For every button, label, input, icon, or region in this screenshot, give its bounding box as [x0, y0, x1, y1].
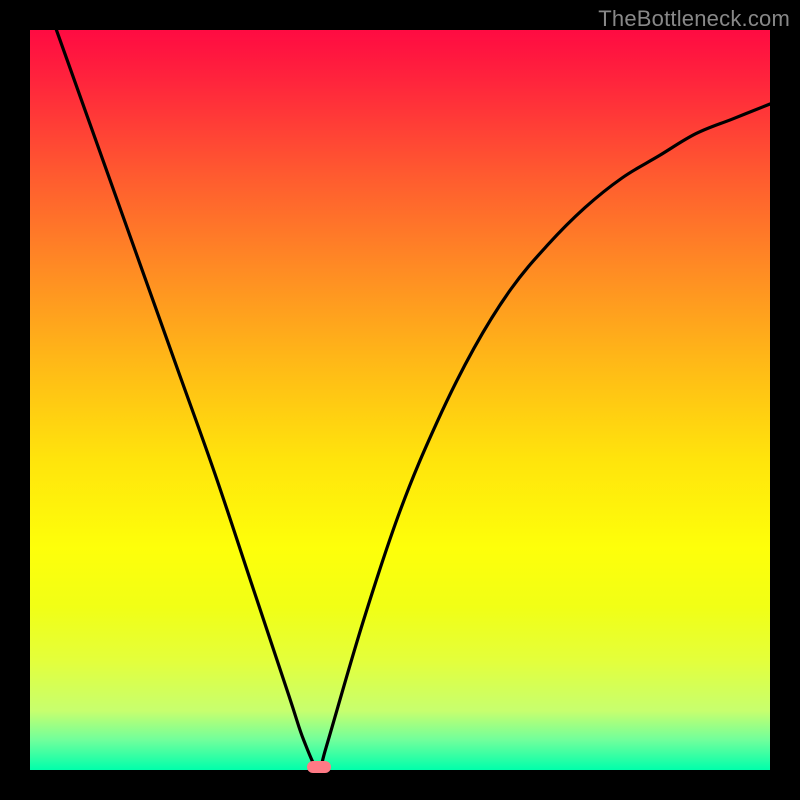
watermark-text: TheBottleneck.com [598, 6, 790, 32]
valley-marker [307, 761, 331, 773]
chart-frame [30, 30, 770, 770]
bottleneck-curve [30, 30, 770, 770]
